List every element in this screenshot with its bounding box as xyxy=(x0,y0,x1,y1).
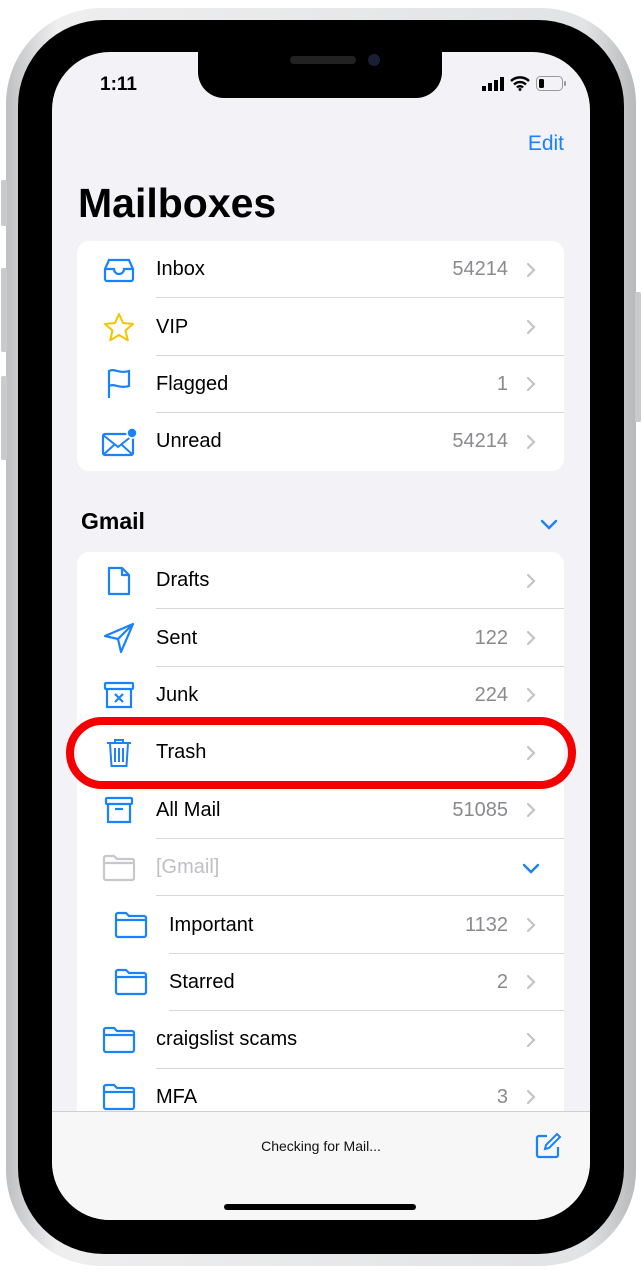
archive-box-icon xyxy=(101,792,137,828)
status-time: 1:11 xyxy=(100,74,137,95)
folder-icon xyxy=(113,964,149,1000)
mailbox-label: Inbox xyxy=(156,258,205,281)
folder-icon xyxy=(101,1022,137,1058)
chevron-right-icon xyxy=(526,917,536,933)
mailbox-label: Unread xyxy=(156,430,222,453)
volume-up-button xyxy=(1,268,7,352)
volume-down-button xyxy=(1,376,7,460)
signal-icon xyxy=(482,76,504,91)
mailbox-label: Flagged xyxy=(156,372,229,395)
chevron-right-icon xyxy=(526,630,536,646)
smart-mailboxes-list: Inbox 54214 VIP Flagged 1 Unread 54214 xyxy=(77,241,564,471)
mailbox-label: MFA xyxy=(156,1085,198,1108)
mailbox-count: 2 xyxy=(496,970,508,993)
mailbox-row-drafts[interactable]: Drafts xyxy=(77,552,564,610)
mailbox-label: Sent xyxy=(156,626,198,649)
mailbox-row-junk[interactable]: Junk 224 xyxy=(77,667,564,725)
mailbox-label: All Mail xyxy=(156,798,221,821)
inbox-tray-icon xyxy=(101,252,137,288)
mailbox-count: 122 xyxy=(474,626,508,649)
mailbox-row-vip[interactable]: VIP xyxy=(77,298,564,357)
mailbox-row-gmail[interactable]: [Gmail] xyxy=(77,839,564,897)
edit-button[interactable]: Edit xyxy=(528,132,564,156)
battery-icon xyxy=(536,76,566,91)
chevron-right-icon xyxy=(526,262,536,277)
mailbox-count: 51085 xyxy=(452,798,508,821)
envelope-unread-icon xyxy=(101,424,137,460)
mailbox-row-sent[interactable]: Sent 122 xyxy=(77,609,564,668)
junk-bin-icon xyxy=(101,677,137,713)
mute-switch xyxy=(1,180,7,226)
star-icon xyxy=(101,309,137,345)
home-indicator[interactable] xyxy=(224,1204,416,1210)
mailbox-label: Starred xyxy=(169,970,235,993)
mailbox-label: Junk xyxy=(156,683,199,706)
chevron-right-icon xyxy=(526,688,536,703)
mailbox-row-inbox[interactable]: Inbox 54214 xyxy=(77,241,564,299)
mailbox-row-important[interactable]: Important 1132 xyxy=(77,896,564,955)
chevron-right-icon xyxy=(526,377,536,392)
folder-icon xyxy=(101,1079,137,1112)
mailbox-count: 3 xyxy=(496,1085,508,1108)
mailbox-count: 54214 xyxy=(452,258,508,281)
chevron-down-icon[interactable] xyxy=(540,518,558,530)
mailbox-label: VIP xyxy=(156,315,189,338)
chevron-right-icon xyxy=(526,434,536,449)
folder-icon xyxy=(101,850,137,886)
chevron-right-icon xyxy=(526,803,536,818)
chevron-right-icon xyxy=(526,573,536,588)
folder-icon xyxy=(113,907,149,943)
mailbox-row-craigslist-scams[interactable]: craigslist scams xyxy=(77,1011,564,1069)
side-button xyxy=(635,292,641,422)
chevron-down-icon[interactable] xyxy=(522,862,540,874)
chevron-right-icon xyxy=(526,319,536,335)
chevron-right-icon xyxy=(526,1032,536,1047)
page-title: Mailboxes xyxy=(78,180,277,226)
mailbox-count: 224 xyxy=(474,683,508,706)
bottom-toolbar: Checking for Mail... xyxy=(52,1111,590,1220)
status-icons xyxy=(482,76,566,91)
mail-status-text: Checking for Mail... xyxy=(261,1138,381,1154)
mailbox-label: Important xyxy=(169,913,254,936)
paper-plane-icon xyxy=(101,620,137,656)
mailbox-count: 1 xyxy=(496,372,508,395)
wifi-icon xyxy=(510,76,530,91)
mailbox-row-flagged[interactable]: Flagged 1 xyxy=(77,356,564,414)
gmail-mailboxes-list: Drafts Sent 122 Junk 224 Trash All Mail … xyxy=(77,552,564,1112)
mailbox-count: 54214 xyxy=(452,430,508,453)
chevron-right-icon xyxy=(526,1090,536,1105)
mailbox-row-unread[interactable]: Unread 54214 xyxy=(77,413,564,470)
mailbox-row-all-mail[interactable]: All Mail 51085 xyxy=(77,782,564,840)
compose-icon[interactable] xyxy=(534,1132,562,1160)
chevron-right-icon xyxy=(526,975,536,990)
flag-icon xyxy=(101,366,137,402)
trash-highlight-annotation xyxy=(66,717,576,789)
gmail-section-header: Gmail xyxy=(81,508,145,534)
mailbox-label: Drafts xyxy=(156,569,210,592)
notch xyxy=(198,52,442,98)
camera-icon xyxy=(368,54,380,66)
mailbox-label: [Gmail] xyxy=(156,856,220,879)
document-icon xyxy=(101,563,137,599)
mailbox-row-mfa[interactable]: MFA 3 xyxy=(77,1069,564,1112)
mailbox-row-starred[interactable]: Starred 2 xyxy=(77,954,564,1012)
screen: 1:11 Edit Mailboxes Inbox 54214 VIP Flag… xyxy=(52,52,590,1220)
mailbox-count: 1132 xyxy=(464,913,508,936)
mailbox-label: craigslist scams xyxy=(156,1028,298,1051)
